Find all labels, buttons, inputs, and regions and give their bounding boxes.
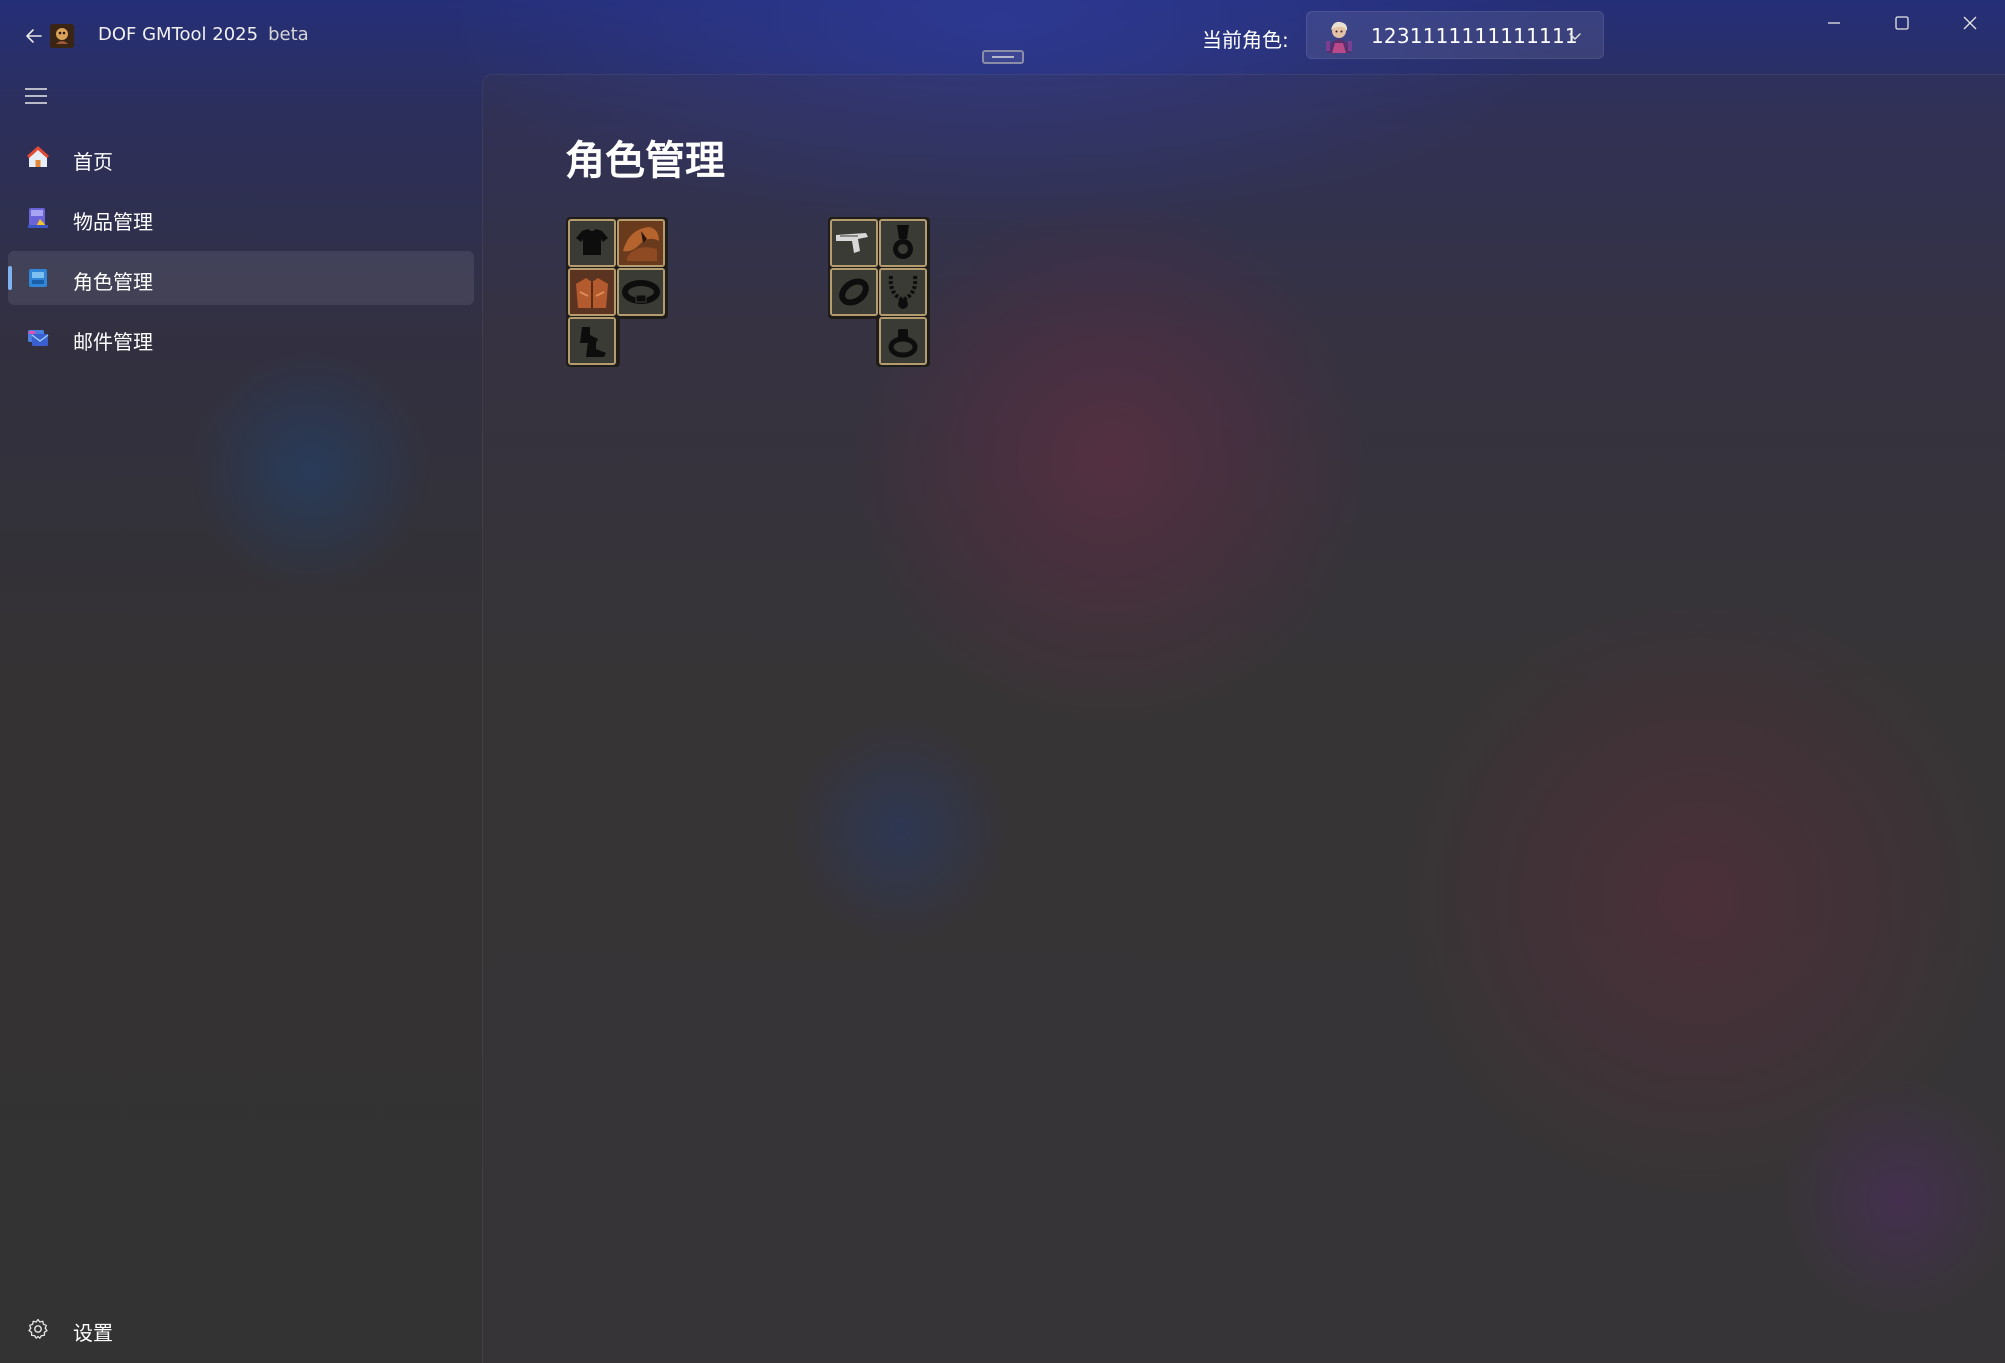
necklace-icon — [881, 270, 925, 314]
jacket-icon — [570, 270, 614, 314]
drag-handle[interactable] — [982, 50, 1024, 64]
character-select[interactable]: 1231111111111111 — [1306, 11, 1604, 59]
close-icon — [1963, 16, 1977, 30]
equip-slot-necklace[interactable] — [879, 268, 927, 316]
content-panel — [482, 74, 2005, 1363]
shoes-icon — [570, 319, 614, 363]
beta-badge: beta — [268, 24, 309, 45]
shoulder-armor-icon — [619, 221, 663, 265]
sidebar-item-home[interactable]: 首页 — [8, 131, 474, 185]
gun-icon — [832, 221, 876, 265]
gear-icon — [26, 1317, 50, 1341]
equip-slot-shirt[interactable] — [568, 219, 616, 267]
back-button[interactable] — [18, 20, 50, 52]
equip-slot-shoes[interactable] — [568, 317, 616, 365]
close-button[interactable] — [1936, 0, 2004, 46]
character-avatar — [1323, 19, 1355, 53]
sidebar-item-characters[interactable]: 角色管理 — [8, 251, 474, 305]
shirt-icon — [570, 221, 614, 265]
app-logo-icon — [50, 24, 74, 48]
equip-slot-ring[interactable] — [879, 317, 927, 365]
back-arrow-icon — [26, 29, 42, 43]
minimize-icon — [1828, 22, 1840, 24]
sidebar-item-settings[interactable]: 设置 — [8, 1302, 474, 1356]
maximize-icon — [1895, 16, 1909, 30]
equip-slot-belt[interactable] — [617, 268, 665, 316]
app-window: DOF GMTool 2025 beta 当前角色: 12311111111111… — [0, 0, 2005, 1363]
sidebar-item-label: 邮件管理 — [73, 330, 153, 354]
equip-slot-weapon[interactable] — [830, 219, 878, 267]
bracelet-icon — [832, 270, 876, 314]
hamburger-icon — [25, 88, 47, 104]
medal-icon — [881, 221, 925, 265]
items-icon — [26, 206, 50, 230]
ring-icon — [881, 319, 925, 363]
menu-toggle-button[interactable] — [20, 82, 52, 110]
equip-slot-shoulder[interactable] — [617, 219, 665, 267]
chevron-down-icon — [1565, 26, 1585, 46]
equip-slot-bracelet[interactable] — [830, 268, 878, 316]
app-name: DOF GMTool 2025 — [98, 24, 259, 45]
belt-icon — [619, 270, 663, 314]
sidebar-item-label: 物品管理 — [73, 210, 153, 234]
title-bar[interactable]: DOF GMTool 2025 beta 当前角色: 12311111111111… — [0, 0, 2005, 72]
equip-slot-jacket[interactable] — [568, 268, 616, 316]
mail-icon — [26, 326, 50, 350]
active-indicator — [8, 266, 12, 290]
sidebar-item-items[interactable]: 物品管理 — [8, 191, 474, 245]
home-icon — [26, 146, 50, 170]
page-title: 角色管理 — [565, 138, 725, 184]
current-character-value: 1231111111111111 — [1371, 24, 1578, 48]
sidebar-item-label: 首页 — [73, 150, 113, 174]
character-icon — [26, 266, 50, 290]
maximize-button[interactable] — [1868, 0, 1936, 46]
minimize-button[interactable] — [1800, 0, 1868, 46]
app-title: DOF GMTool 2025 beta — [98, 24, 309, 45]
equip-slot-title[interactable] — [879, 219, 927, 267]
sidebar-item-label: 角色管理 — [73, 270, 153, 294]
current-character-label: 当前角色: — [1202, 28, 1289, 52]
sidebar-item-label: 设置 — [73, 1321, 113, 1345]
sidebar-item-mail[interactable]: 邮件管理 — [8, 311, 474, 365]
